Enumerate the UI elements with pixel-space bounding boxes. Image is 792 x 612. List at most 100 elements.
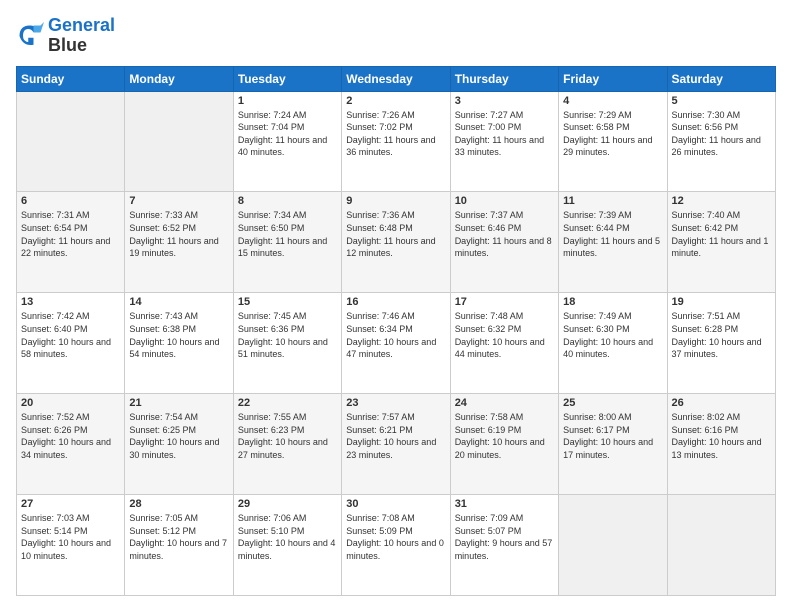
day-number: 14 <box>129 296 228 308</box>
day-number: 26 <box>672 397 771 409</box>
weekday-header: Monday <box>125 66 233 91</box>
calendar-cell: 25 Sunrise: 8:00 AM Sunset: 6:17 PM Dayli… <box>559 394 667 495</box>
calendar-cell: 19 Sunrise: 7:51 AM Sunset: 6:28 PM Dayli… <box>667 293 775 394</box>
day-info: Sunrise: 7:26 AM Sunset: 7:02 PM Dayligh… <box>346 109 445 159</box>
day-number: 23 <box>346 397 445 409</box>
day-info: Sunrise: 7:39 AM Sunset: 6:44 PM Dayligh… <box>563 209 662 259</box>
logo: General Blue <box>16 16 115 56</box>
day-info: Sunrise: 7:42 AM Sunset: 6:40 PM Dayligh… <box>21 310 120 360</box>
calendar-cell: 4 Sunrise: 7:29 AM Sunset: 6:58 PM Daylig… <box>559 91 667 192</box>
calendar-cell: 15Sunrise: 7:45 AM Sunset: 6:36 PM Dayli… <box>233 293 341 394</box>
day-number: 28 <box>129 498 228 510</box>
day-number: 5 <box>672 95 771 107</box>
day-number: 30 <box>346 498 445 510</box>
day-info: Sunrise: 7:54 AM Sunset: 6:25 PM Dayligh… <box>129 411 228 461</box>
weekday-header: Sunday <box>17 66 125 91</box>
day-info: Sunrise: 7:34 AM Sunset: 6:50 PM Dayligh… <box>238 209 337 259</box>
calendar-cell: 26 Sunrise: 8:02 AM Sunset: 6:16 PM Dayli… <box>667 394 775 495</box>
calendar-cell: 6 Sunrise: 7:31 AM Sunset: 6:54 PM Daylig… <box>17 192 125 293</box>
calendar-cell <box>667 495 775 596</box>
calendar-cell: 10 Sunrise: 7:37 AM Sunset: 6:46 PM Dayli… <box>450 192 558 293</box>
calendar-cell: 21 Sunrise: 7:54 AM Sunset: 6:25 PM Dayli… <box>125 394 233 495</box>
day-number: 6 <box>21 195 120 207</box>
calendar-cell: 18 Sunrise: 7:49 AM Sunset: 6:30 PM Dayli… <box>559 293 667 394</box>
day-info: Sunrise: 7:58 AM Sunset: 6:19 PM Dayligh… <box>455 411 554 461</box>
calendar-cell: 2Sunrise: 7:26 AM Sunset: 7:02 PM Daylig… <box>342 91 450 192</box>
calendar-table: SundayMondayTuesdayWednesdayThursdayFrid… <box>16 66 776 596</box>
day-number: 25 <box>563 397 662 409</box>
calendar-week: 13Sunrise: 7:42 AM Sunset: 6:40 PM Dayli… <box>17 293 776 394</box>
day-number: 12 <box>672 195 771 207</box>
day-info: Sunrise: 8:02 AM Sunset: 6:16 PM Dayligh… <box>672 411 771 461</box>
header: General Blue <box>16 16 776 56</box>
day-info: Sunrise: 8:00 AM Sunset: 6:17 PM Dayligh… <box>563 411 662 461</box>
calendar-cell: 9 Sunrise: 7:36 AM Sunset: 6:48 PM Daylig… <box>342 192 450 293</box>
day-number: 7 <box>129 195 228 207</box>
logo-line1: General <box>48 16 115 36</box>
calendar-cell: 29 Sunrise: 7:06 AM Sunset: 5:10 PM Dayli… <box>233 495 341 596</box>
day-info: Sunrise: 7:03 AM Sunset: 5:14 PM Dayligh… <box>21 512 120 562</box>
day-info: Sunrise: 7:57 AM Sunset: 6:21 PM Dayligh… <box>346 411 445 461</box>
day-number: 9 <box>346 195 445 207</box>
day-info: Sunrise: 7:52 AM Sunset: 6:26 PM Dayligh… <box>21 411 120 461</box>
day-info: Sunrise: 7:31 AM Sunset: 6:54 PM Dayligh… <box>21 209 120 259</box>
calendar-cell: 8Sunrise: 7:34 AM Sunset: 6:50 PM Daylig… <box>233 192 341 293</box>
day-info: Sunrise: 7:40 AM Sunset: 6:42 PM Dayligh… <box>672 209 771 259</box>
day-number: 17 <box>455 296 554 308</box>
calendar-cell: 7 Sunrise: 7:33 AM Sunset: 6:52 PM Daylig… <box>125 192 233 293</box>
calendar-cell: 14Sunrise: 7:43 AM Sunset: 6:38 PM Dayli… <box>125 293 233 394</box>
day-info: Sunrise: 7:48 AM Sunset: 6:32 PM Dayligh… <box>455 310 554 360</box>
page: General Blue SundayMondayTuesdayWednesda… <box>0 0 792 612</box>
calendar-cell: 13Sunrise: 7:42 AM Sunset: 6:40 PM Dayli… <box>17 293 125 394</box>
day-info: Sunrise: 7:08 AM Sunset: 5:09 PM Dayligh… <box>346 512 445 562</box>
day-number: 11 <box>563 195 662 207</box>
calendar-cell: 11 Sunrise: 7:39 AM Sunset: 6:44 PM Dayli… <box>559 192 667 293</box>
day-number: 3 <box>455 95 554 107</box>
day-number: 29 <box>238 498 337 510</box>
day-number: 27 <box>21 498 120 510</box>
day-info: Sunrise: 7:45 AM Sunset: 6:36 PM Dayligh… <box>238 310 337 360</box>
day-info: Sunrise: 7:27 AM Sunset: 7:00 PM Dayligh… <box>455 109 554 159</box>
day-number: 22 <box>238 397 337 409</box>
day-number: 21 <box>129 397 228 409</box>
day-info: Sunrise: 7:05 AM Sunset: 5:12 PM Dayligh… <box>129 512 228 562</box>
day-number: 4 <box>563 95 662 107</box>
calendar-week: 20 Sunrise: 7:52 AM Sunset: 6:26 PM Dayli… <box>17 394 776 495</box>
calendar-cell: 24Sunrise: 7:58 AM Sunset: 6:19 PM Dayli… <box>450 394 558 495</box>
calendar-cell: 16 Sunrise: 7:46 AM Sunset: 6:34 PM Dayli… <box>342 293 450 394</box>
calendar-cell: 12 Sunrise: 7:40 AM Sunset: 6:42 PM Dayli… <box>667 192 775 293</box>
day-info: Sunrise: 7:24 AM Sunset: 7:04 PM Dayligh… <box>238 109 337 159</box>
day-number: 18 <box>563 296 662 308</box>
day-info: Sunrise: 7:49 AM Sunset: 6:30 PM Dayligh… <box>563 310 662 360</box>
day-number: 20 <box>21 397 120 409</box>
day-info: Sunrise: 7:09 AM Sunset: 5:07 PM Dayligh… <box>455 512 554 562</box>
weekday-header: Wednesday <box>342 66 450 91</box>
weekday-header: Saturday <box>667 66 775 91</box>
day-info: Sunrise: 7:51 AM Sunset: 6:28 PM Dayligh… <box>672 310 771 360</box>
calendar-cell: 3 Sunrise: 7:27 AM Sunset: 7:00 PM Daylig… <box>450 91 558 192</box>
day-number: 19 <box>672 296 771 308</box>
header-row: SundayMondayTuesdayWednesdayThursdayFrid… <box>17 66 776 91</box>
day-number: 31 <box>455 498 554 510</box>
logo-icon <box>16 22 44 50</box>
logo-text: General Blue <box>48 16 115 56</box>
calendar-cell: 28 Sunrise: 7:05 AM Sunset: 5:12 PM Dayli… <box>125 495 233 596</box>
day-info: Sunrise: 7:46 AM Sunset: 6:34 PM Dayligh… <box>346 310 445 360</box>
calendar-week: 6 Sunrise: 7:31 AM Sunset: 6:54 PM Daylig… <box>17 192 776 293</box>
calendar-week: 27 Sunrise: 7:03 AM Sunset: 5:14 PM Dayli… <box>17 495 776 596</box>
day-info: Sunrise: 7:06 AM Sunset: 5:10 PM Dayligh… <box>238 512 337 562</box>
day-number: 10 <box>455 195 554 207</box>
calendar-cell: 17 Sunrise: 7:48 AM Sunset: 6:32 PM Dayli… <box>450 293 558 394</box>
calendar-cell <box>559 495 667 596</box>
calendar-cell: 5 Sunrise: 7:30 AM Sunset: 6:56 PM Daylig… <box>667 91 775 192</box>
calendar-cell: 31 Sunrise: 7:09 AM Sunset: 5:07 PM Dayli… <box>450 495 558 596</box>
calendar-cell: 23 Sunrise: 7:57 AM Sunset: 6:21 PM Dayli… <box>342 394 450 495</box>
day-number: 16 <box>346 296 445 308</box>
day-info: Sunrise: 7:37 AM Sunset: 6:46 PM Dayligh… <box>455 209 554 259</box>
day-info: Sunrise: 7:29 AM Sunset: 6:58 PM Dayligh… <box>563 109 662 159</box>
calendar-cell <box>125 91 233 192</box>
day-info: Sunrise: 7:33 AM Sunset: 6:52 PM Dayligh… <box>129 209 228 259</box>
day-info: Sunrise: 7:36 AM Sunset: 6:48 PM Dayligh… <box>346 209 445 259</box>
day-info: Sunrise: 7:30 AM Sunset: 6:56 PM Dayligh… <box>672 109 771 159</box>
weekday-header: Thursday <box>450 66 558 91</box>
